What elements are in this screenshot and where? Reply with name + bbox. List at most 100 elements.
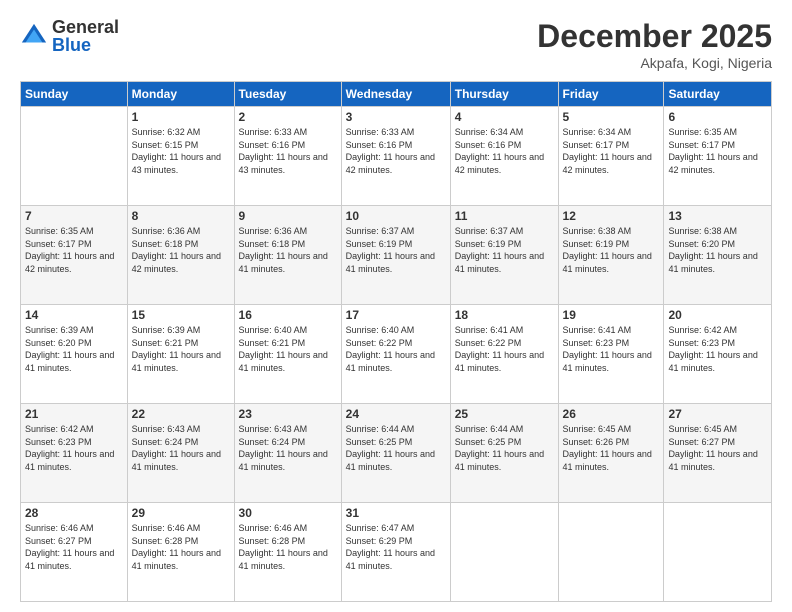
sunset-time: Sunset: 6:25 PM (346, 437, 413, 447)
cell-info: Sunrise: 6:36 AM Sunset: 6:18 PM Dayligh… (239, 225, 337, 275)
sunset-time: Sunset: 6:28 PM (132, 536, 199, 546)
day-number: 28 (25, 506, 123, 520)
sunset-time: Sunset: 6:21 PM (132, 338, 199, 348)
day-number: 7 (25, 209, 123, 223)
daylight-hours: Daylight: 11 hours and 43 minutes. (132, 152, 221, 175)
sunset-time: Sunset: 6:16 PM (239, 140, 306, 150)
daylight-hours: Daylight: 11 hours and 42 minutes. (455, 152, 544, 175)
sunset-time: Sunset: 6:16 PM (346, 140, 413, 150)
day-number: 15 (132, 308, 230, 322)
sunset-time: Sunset: 6:17 PM (668, 140, 735, 150)
calendar-header-monday: Monday (127, 82, 234, 107)
cell-info: Sunrise: 6:40 AM Sunset: 6:22 PM Dayligh… (346, 324, 446, 374)
day-number: 11 (455, 209, 554, 223)
sunrise-time: Sunrise: 6:38 AM (563, 226, 632, 236)
cell-info: Sunrise: 6:34 AM Sunset: 6:16 PM Dayligh… (455, 126, 554, 176)
sunset-time: Sunset: 6:22 PM (346, 338, 413, 348)
sunset-time: Sunset: 6:23 PM (668, 338, 735, 348)
daylight-hours: Daylight: 11 hours and 41 minutes. (563, 449, 652, 472)
cell-info: Sunrise: 6:45 AM Sunset: 6:27 PM Dayligh… (668, 423, 767, 473)
sunset-time: Sunset: 6:19 PM (346, 239, 413, 249)
daylight-hours: Daylight: 11 hours and 41 minutes. (455, 449, 544, 472)
daylight-hours: Daylight: 11 hours and 42 minutes. (668, 152, 757, 175)
sunrise-time: Sunrise: 6:43 AM (239, 424, 308, 434)
calendar-cell: 22 Sunrise: 6:43 AM Sunset: 6:24 PM Dayl… (127, 404, 234, 503)
sunrise-time: Sunrise: 6:42 AM (668, 325, 737, 335)
calendar-header-row: SundayMondayTuesdayWednesdayThursdayFrid… (21, 82, 772, 107)
location: Akpafa, Kogi, Nigeria (537, 55, 772, 71)
cell-info: Sunrise: 6:39 AM Sunset: 6:20 PM Dayligh… (25, 324, 123, 374)
sunset-time: Sunset: 6:15 PM (132, 140, 199, 150)
sunset-time: Sunset: 6:21 PM (239, 338, 306, 348)
daylight-hours: Daylight: 11 hours and 43 minutes. (239, 152, 328, 175)
calendar-cell: 19 Sunrise: 6:41 AM Sunset: 6:23 PM Dayl… (558, 305, 664, 404)
sunset-time: Sunset: 6:24 PM (132, 437, 199, 447)
sunrise-time: Sunrise: 6:35 AM (25, 226, 94, 236)
day-number: 1 (132, 110, 230, 124)
calendar-cell: 3 Sunrise: 6:33 AM Sunset: 6:16 PM Dayli… (341, 107, 450, 206)
calendar-cell: 26 Sunrise: 6:45 AM Sunset: 6:26 PM Dayl… (558, 404, 664, 503)
sunset-time: Sunset: 6:25 PM (455, 437, 522, 447)
sunrise-time: Sunrise: 6:39 AM (25, 325, 94, 335)
cell-info: Sunrise: 6:42 AM Sunset: 6:23 PM Dayligh… (668, 324, 767, 374)
sunset-time: Sunset: 6:23 PM (563, 338, 630, 348)
cell-info: Sunrise: 6:34 AM Sunset: 6:17 PM Dayligh… (563, 126, 660, 176)
calendar-cell: 16 Sunrise: 6:40 AM Sunset: 6:21 PM Dayl… (234, 305, 341, 404)
daylight-hours: Daylight: 11 hours and 41 minutes. (239, 251, 328, 274)
day-number: 25 (455, 407, 554, 421)
day-number: 5 (563, 110, 660, 124)
calendar-cell: 15 Sunrise: 6:39 AM Sunset: 6:21 PM Dayl… (127, 305, 234, 404)
sunrise-time: Sunrise: 6:42 AM (25, 424, 94, 434)
sunrise-time: Sunrise: 6:45 AM (563, 424, 632, 434)
cell-info: Sunrise: 6:33 AM Sunset: 6:16 PM Dayligh… (239, 126, 337, 176)
calendar-cell: 21 Sunrise: 6:42 AM Sunset: 6:23 PM Dayl… (21, 404, 128, 503)
daylight-hours: Daylight: 11 hours and 41 minutes. (346, 251, 435, 274)
day-number: 8 (132, 209, 230, 223)
cell-info: Sunrise: 6:37 AM Sunset: 6:19 PM Dayligh… (455, 225, 554, 275)
day-number: 14 (25, 308, 123, 322)
sunset-time: Sunset: 6:20 PM (668, 239, 735, 249)
sunrise-time: Sunrise: 6:46 AM (239, 523, 308, 533)
calendar-cell: 30 Sunrise: 6:46 AM Sunset: 6:28 PM Dayl… (234, 503, 341, 602)
daylight-hours: Daylight: 11 hours and 41 minutes. (25, 548, 114, 571)
calendar-header-sunday: Sunday (21, 82, 128, 107)
header: General Blue December 2025 Akpafa, Kogi,… (20, 18, 772, 71)
day-number: 16 (239, 308, 337, 322)
day-number: 12 (563, 209, 660, 223)
logo-general: General (52, 18, 119, 36)
daylight-hours: Daylight: 11 hours and 41 minutes. (668, 449, 757, 472)
cell-info: Sunrise: 6:38 AM Sunset: 6:19 PM Dayligh… (563, 225, 660, 275)
sunrise-time: Sunrise: 6:37 AM (346, 226, 415, 236)
sunset-time: Sunset: 6:18 PM (132, 239, 199, 249)
calendar-header-tuesday: Tuesday (234, 82, 341, 107)
day-number: 27 (668, 407, 767, 421)
calendar-cell: 10 Sunrise: 6:37 AM Sunset: 6:19 PM Dayl… (341, 206, 450, 305)
cell-info: Sunrise: 6:44 AM Sunset: 6:25 PM Dayligh… (455, 423, 554, 473)
sunrise-time: Sunrise: 6:37 AM (455, 226, 524, 236)
calendar-cell: 12 Sunrise: 6:38 AM Sunset: 6:19 PM Dayl… (558, 206, 664, 305)
cell-info: Sunrise: 6:37 AM Sunset: 6:19 PM Dayligh… (346, 225, 446, 275)
calendar-header-saturday: Saturday (664, 82, 772, 107)
logo-icon (20, 22, 48, 50)
sunset-time: Sunset: 6:24 PM (239, 437, 306, 447)
calendar-cell: 23 Sunrise: 6:43 AM Sunset: 6:24 PM Dayl… (234, 404, 341, 503)
day-number: 26 (563, 407, 660, 421)
daylight-hours: Daylight: 11 hours and 41 minutes. (563, 251, 652, 274)
daylight-hours: Daylight: 11 hours and 42 minutes. (563, 152, 652, 175)
calendar-cell: 28 Sunrise: 6:46 AM Sunset: 6:27 PM Dayl… (21, 503, 128, 602)
daylight-hours: Daylight: 11 hours and 41 minutes. (668, 251, 757, 274)
daylight-hours: Daylight: 11 hours and 41 minutes. (346, 449, 435, 472)
day-number: 20 (668, 308, 767, 322)
sunrise-time: Sunrise: 6:41 AM (455, 325, 524, 335)
calendar-cell (21, 107, 128, 206)
cell-info: Sunrise: 6:32 AM Sunset: 6:15 PM Dayligh… (132, 126, 230, 176)
sunset-time: Sunset: 6:28 PM (239, 536, 306, 546)
calendar-cell: 18 Sunrise: 6:41 AM Sunset: 6:22 PM Dayl… (450, 305, 558, 404)
day-number: 9 (239, 209, 337, 223)
calendar-header-friday: Friday (558, 82, 664, 107)
cell-info: Sunrise: 6:40 AM Sunset: 6:21 PM Dayligh… (239, 324, 337, 374)
daylight-hours: Daylight: 11 hours and 41 minutes. (25, 449, 114, 472)
day-number: 18 (455, 308, 554, 322)
cell-info: Sunrise: 6:41 AM Sunset: 6:22 PM Dayligh… (455, 324, 554, 374)
cell-info: Sunrise: 6:39 AM Sunset: 6:21 PM Dayligh… (132, 324, 230, 374)
